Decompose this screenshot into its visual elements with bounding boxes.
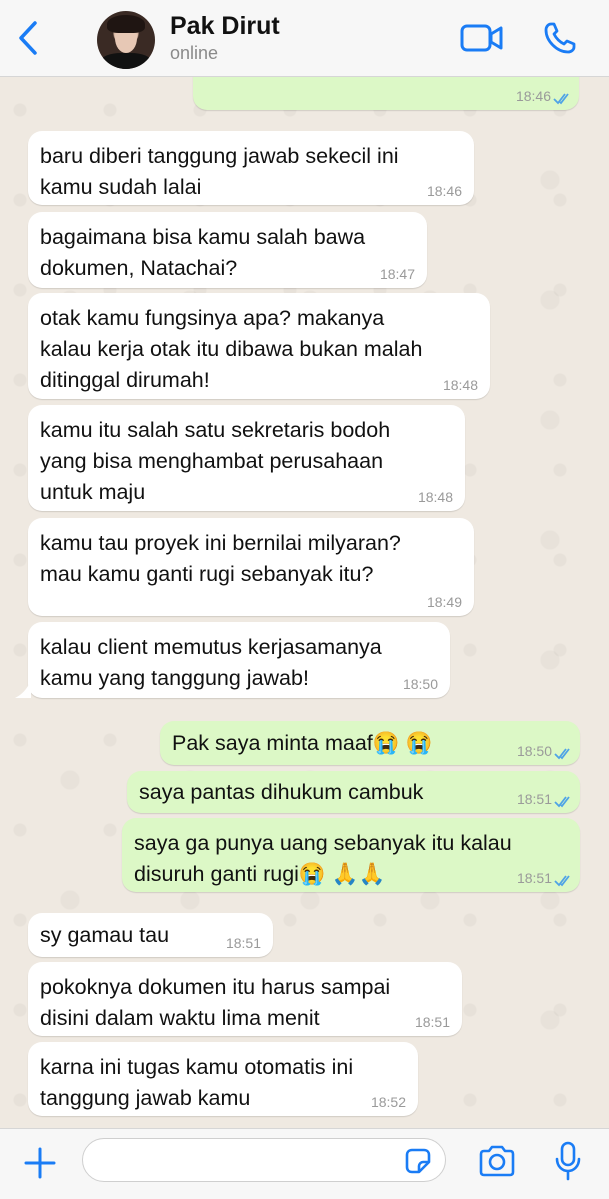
sticker-icon — [405, 1148, 431, 1174]
message-outgoing[interactable]: Pak saya minta maaf😭 😭 18:50 — [160, 721, 580, 765]
message-time: 18:48 — [442, 377, 478, 393]
message-time: 18:51 — [516, 791, 552, 807]
message-text: karna ini tugas kamu otomatis ini tanggu… — [40, 1055, 354, 1110]
message-time: 18:46 — [515, 88, 551, 104]
message-input[interactable] — [82, 1138, 446, 1182]
message-incoming[interactable]: sy gamau tau 18:51 — [28, 913, 273, 957]
message-text: Pak saya minta maaf😭 😭 — [172, 731, 433, 755]
back-button[interactable] — [8, 18, 48, 58]
message-incoming[interactable]: otak kamu fungsinya apa? makanya kalau k… — [28, 293, 490, 399]
message-incoming[interactable]: kamu itu salah satu sekretaris bodoh yan… — [28, 405, 465, 511]
message-text: saya pantas dihukum cambuk — [139, 780, 424, 804]
camera-button[interactable] — [476, 1141, 518, 1181]
message-time: 18:51 — [225, 935, 261, 951]
camera-icon — [479, 1145, 515, 1177]
message-text: kamu tau proyek ini bernilai milyaran? m… — [40, 531, 401, 586]
message-time: 18:50 — [516, 743, 552, 759]
message-composer — [0, 1128, 609, 1199]
read-ticks-icon — [554, 796, 570, 808]
message-outgoing[interactable]: saya pantas dihukum cambuk 18:51 — [127, 771, 580, 813]
read-ticks-icon — [553, 93, 569, 105]
microphone-button[interactable] — [548, 1139, 588, 1183]
message-incoming[interactable]: pokoknya dokumen itu harus sampai disini… — [28, 962, 462, 1036]
message-time: 18:46 — [426, 183, 462, 199]
bubble-tail-icon — [15, 680, 31, 698]
message-time: 18:50 — [402, 676, 438, 692]
message-text: bagaimana bisa kamu salah bawa dokumen, … — [40, 225, 366, 280]
message-incoming[interactable]: karna ini tugas kamu otomatis ini tanggu… — [28, 1042, 418, 1116]
microphone-icon — [555, 1141, 581, 1181]
message-time: 18:49 — [426, 594, 462, 610]
message-incoming[interactable]: bagaimana bisa kamu salah bawa dokumen, … — [28, 212, 427, 288]
chat-header: Pak Dirut online — [0, 0, 609, 77]
message-text: kalau client memutus kerjasamanya kamu y… — [40, 635, 382, 690]
avatar[interactable] — [97, 11, 155, 69]
plus-icon — [24, 1147, 56, 1179]
message-incoming[interactable]: baru diberi tanggung jawab sekecil ini k… — [28, 131, 474, 205]
message-text: saya ga punya uang sebanyak itu kalau di… — [134, 831, 512, 886]
message-text: pokoknya dokumen itu harus sampai disini… — [40, 975, 391, 1030]
message-time: 18:51 — [414, 1014, 450, 1030]
sticker-button[interactable] — [402, 1145, 434, 1177]
chevron-left-icon — [19, 21, 37, 55]
message-time: 18:52 — [370, 1094, 406, 1110]
contact-status: online — [170, 43, 219, 63]
message-time: 18:48 — [417, 489, 453, 505]
message-incoming[interactable]: kamu tau proyek ini bernilai milyaran? m… — [28, 518, 474, 616]
video-camera-icon — [460, 24, 503, 52]
message-text: otak kamu fungsinya apa? makanya kalau k… — [40, 306, 423, 392]
message-time: 18:47 — [379, 266, 415, 282]
phone-icon — [544, 22, 576, 54]
video-call-button[interactable] — [458, 18, 506, 58]
message-outgoing[interactable]: saya ga punya uang sebanyak itu kalau di… — [122, 818, 580, 892]
message-incoming[interactable]: kalau client memutus kerjasamanya kamu y… — [28, 622, 450, 698]
read-ticks-icon — [554, 875, 570, 887]
message-text: kamu itu salah satu sekretaris bodoh yan… — [40, 418, 391, 504]
voice-call-button[interactable] — [538, 18, 582, 58]
attach-button[interactable] — [20, 1143, 60, 1183]
read-ticks-icon — [554, 748, 570, 760]
contact-name[interactable]: Pak Dirut — [170, 12, 280, 41]
message-text: baru diberi tanggung jawab sekecil ini k… — [40, 144, 399, 199]
message-time: 18:51 — [516, 870, 552, 886]
